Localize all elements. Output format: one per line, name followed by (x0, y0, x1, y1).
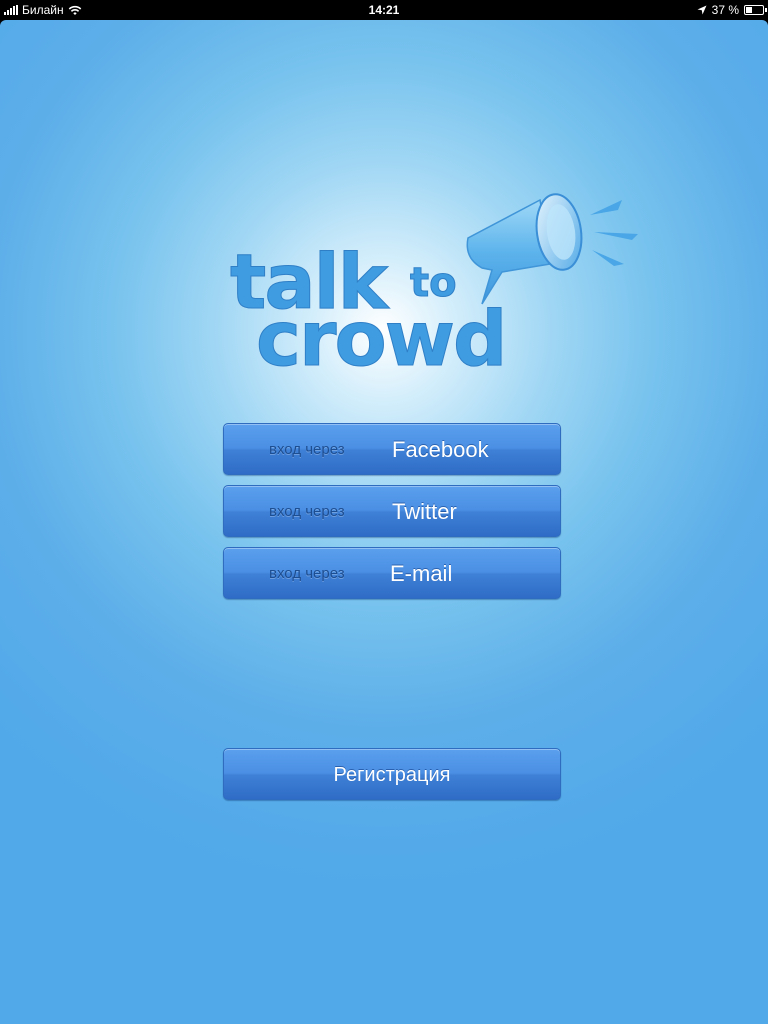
login-button-provider: Twitter (392, 499, 457, 524)
talk-to-crowd-logo: talk to crowd (220, 170, 650, 380)
megaphone-icon (466, 193, 638, 305)
status-bar: Билайн 14:21 37 % (0, 0, 768, 20)
location-arrow-icon (697, 5, 707, 15)
status-time: 14:21 (368, 3, 400, 17)
register-button-label: Регистрация (333, 764, 451, 786)
login-facebook-button[interactable]: вход через Facebook (223, 423, 561, 475)
login-button-prefix: вход через (269, 503, 345, 520)
logo-wordmark: talk to crowd (230, 237, 508, 381)
login-twitter-button[interactable]: вход через Twitter (223, 485, 561, 537)
status-right: 37 % (697, 3, 767, 17)
login-button-prefix: вход через (269, 441, 345, 458)
login-button-provider: E-mail (390, 561, 453, 586)
app-screen: talk to crowd вход через Facebook вход ч… (0, 20, 768, 1024)
logo-word-crowd: crowd (256, 294, 505, 380)
register-button[interactable]: Регистрация (223, 748, 561, 800)
battery-level (746, 7, 752, 13)
login-button-provider: Facebook (392, 437, 489, 462)
battery-percent: 37 % (711, 3, 739, 17)
login-button-prefix: вход через (269, 565, 345, 582)
battery-icon (744, 5, 767, 15)
login-email-button[interactable]: вход через E-mail (223, 547, 561, 599)
